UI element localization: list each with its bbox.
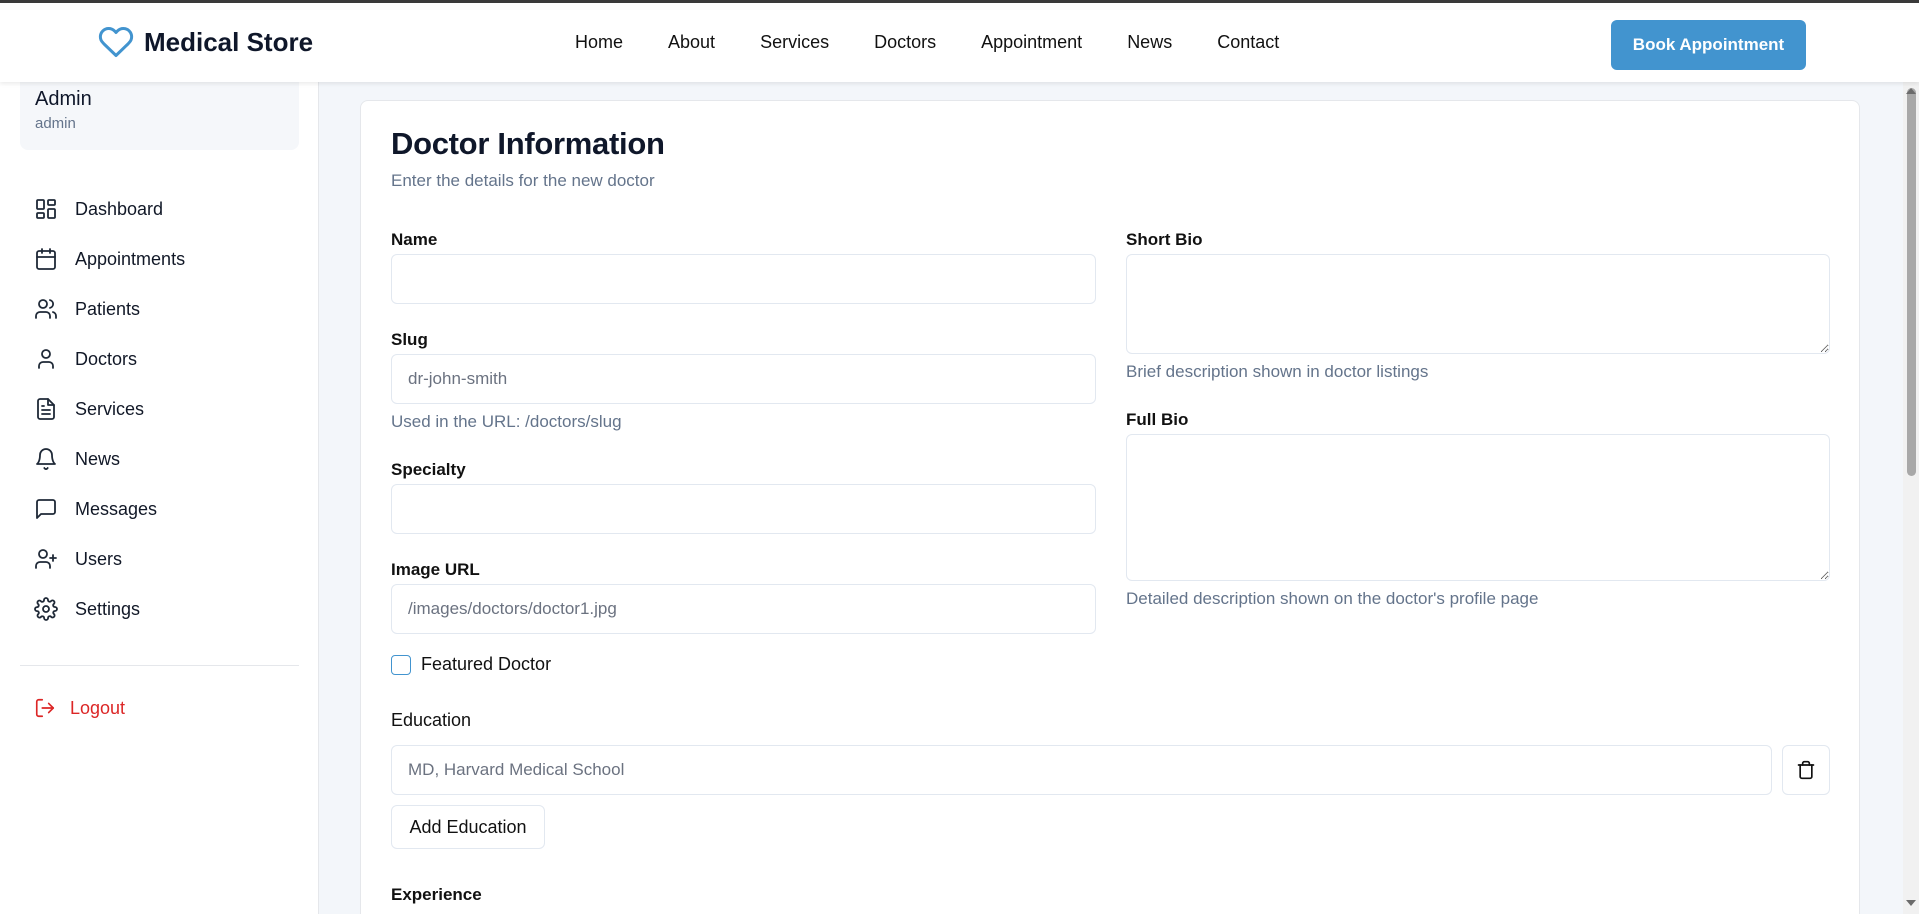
featured-doctor-checkbox[interactable] [391, 655, 411, 675]
education-input[interactable] [391, 745, 1772, 795]
user-name: Admin [35, 88, 92, 110]
admin-sidebar: Admin admin Dashboard Appointments Patie… [0, 82, 319, 914]
sidebar-item-label: Settings [75, 598, 141, 619]
name-input[interactable] [391, 254, 1096, 304]
image-url-input[interactable] [391, 584, 1096, 634]
sidebar-item-label: Appointments [75, 248, 186, 269]
sidebar-item-patients[interactable]: Patients [34, 284, 185, 334]
page-subtitle: Enter the details for the new doctor [391, 171, 655, 190]
users-icon [35, 299, 57, 319]
user-profile-card: Admin admin [20, 82, 299, 150]
nav-services[interactable]: Services [760, 32, 829, 53]
nav-news[interactable]: News [1127, 32, 1172, 53]
full-bio-help-text: Detailed description shown on the doctor… [1126, 589, 1539, 608]
sidebar-item-label: Users [75, 548, 123, 569]
slug-help-text: Used in the URL: /doctors/slug [391, 412, 622, 431]
education-label: Education [391, 710, 472, 730]
slug-input[interactable] [391, 354, 1096, 404]
full-bio-textarea[interactable] [1126, 434, 1830, 581]
heart-icon [98, 26, 134, 57]
nav-about[interactable]: About [668, 32, 715, 53]
message-icon [36, 499, 56, 519]
full-bio-label: Full Bio [1126, 410, 1189, 429]
sidebar-item-label: News [75, 448, 121, 469]
logout-label: Logout [70, 697, 126, 718]
sidebar-item-doctors[interactable]: Doctors [34, 334, 185, 384]
featured-doctor-label[interactable]: Featured Doctor [421, 654, 551, 675]
short-bio-help-text: Brief description shown in doctor listin… [1126, 362, 1429, 381]
trash-icon [1797, 760, 1815, 780]
calendar-icon [36, 248, 56, 270]
nav-doctors[interactable]: Doctors [874, 32, 936, 53]
main-nav: Home About Services Doctors Appointment … [575, 32, 1324, 53]
user-plus-icon [35, 549, 57, 569]
nav-contact[interactable]: Contact [1217, 32, 1279, 53]
sidebar-divider [20, 665, 299, 666]
sidebar-item-appointments[interactable]: Appointments [34, 234, 185, 284]
sidebar-item-label: Messages [75, 498, 158, 519]
page-title: Doctor Information [391, 126, 665, 161]
sidebar-item-label: Patients [75, 298, 141, 319]
sidebar-menu: Dashboard Appointments Patients Doctors … [34, 184, 185, 634]
experience-label: Experience [391, 885, 482, 904]
scroll-down-arrow-icon[interactable] [1906, 900, 1916, 906]
sidebar-item-label: Doctors [75, 348, 138, 369]
gear-icon [34, 597, 58, 621]
bell-icon [36, 448, 56, 470]
sidebar-item-users[interactable]: Users [34, 534, 185, 584]
user-role: admin [35, 115, 76, 132]
sidebar-item-messages[interactable]: Messages [34, 484, 185, 534]
sidebar-item-news[interactable]: News [34, 434, 185, 484]
specialty-input[interactable] [391, 484, 1096, 534]
scroll-up-arrow-icon[interactable] [1906, 88, 1916, 94]
top-navbar: Medical Store Home About Services Doctor… [0, 0, 1919, 82]
page-scrollbar[interactable] [1903, 82, 1919, 914]
sidebar-item-label: Dashboard [75, 198, 164, 219]
logout-icon [35, 698, 55, 718]
slug-label: Slug [391, 330, 428, 349]
brand-name: Medical Store [144, 26, 314, 57]
sidebar-item-services[interactable]: Services [34, 384, 185, 434]
add-education-button[interactable]: Add Education [391, 805, 545, 849]
sidebar-item-settings[interactable]: Settings [34, 584, 185, 634]
short-bio-label: Short Bio [1126, 230, 1203, 249]
specialty-label: Specialty [391, 460, 466, 479]
sidebar-item-dashboard[interactable]: Dashboard [34, 184, 185, 234]
image-url-label: Image URL [391, 560, 480, 579]
user-icon [38, 349, 54, 369]
document-icon [37, 398, 55, 420]
logout-button[interactable]: Logout [34, 697, 125, 719]
delete-education-button[interactable] [1782, 745, 1830, 795]
name-label: Name [391, 230, 438, 249]
scrollbar-thumb[interactable] [1907, 88, 1916, 476]
brand-logo[interactable]: Medical Store [96, 24, 313, 60]
book-appointment-button[interactable]: Book Appointment [1611, 20, 1806, 70]
dashboard-icon [36, 199, 56, 219]
sidebar-item-label: Services [75, 398, 145, 419]
short-bio-textarea[interactable] [1126, 254, 1830, 354]
nav-appointment[interactable]: Appointment [981, 32, 1082, 53]
nav-home[interactable]: Home [575, 32, 623, 53]
